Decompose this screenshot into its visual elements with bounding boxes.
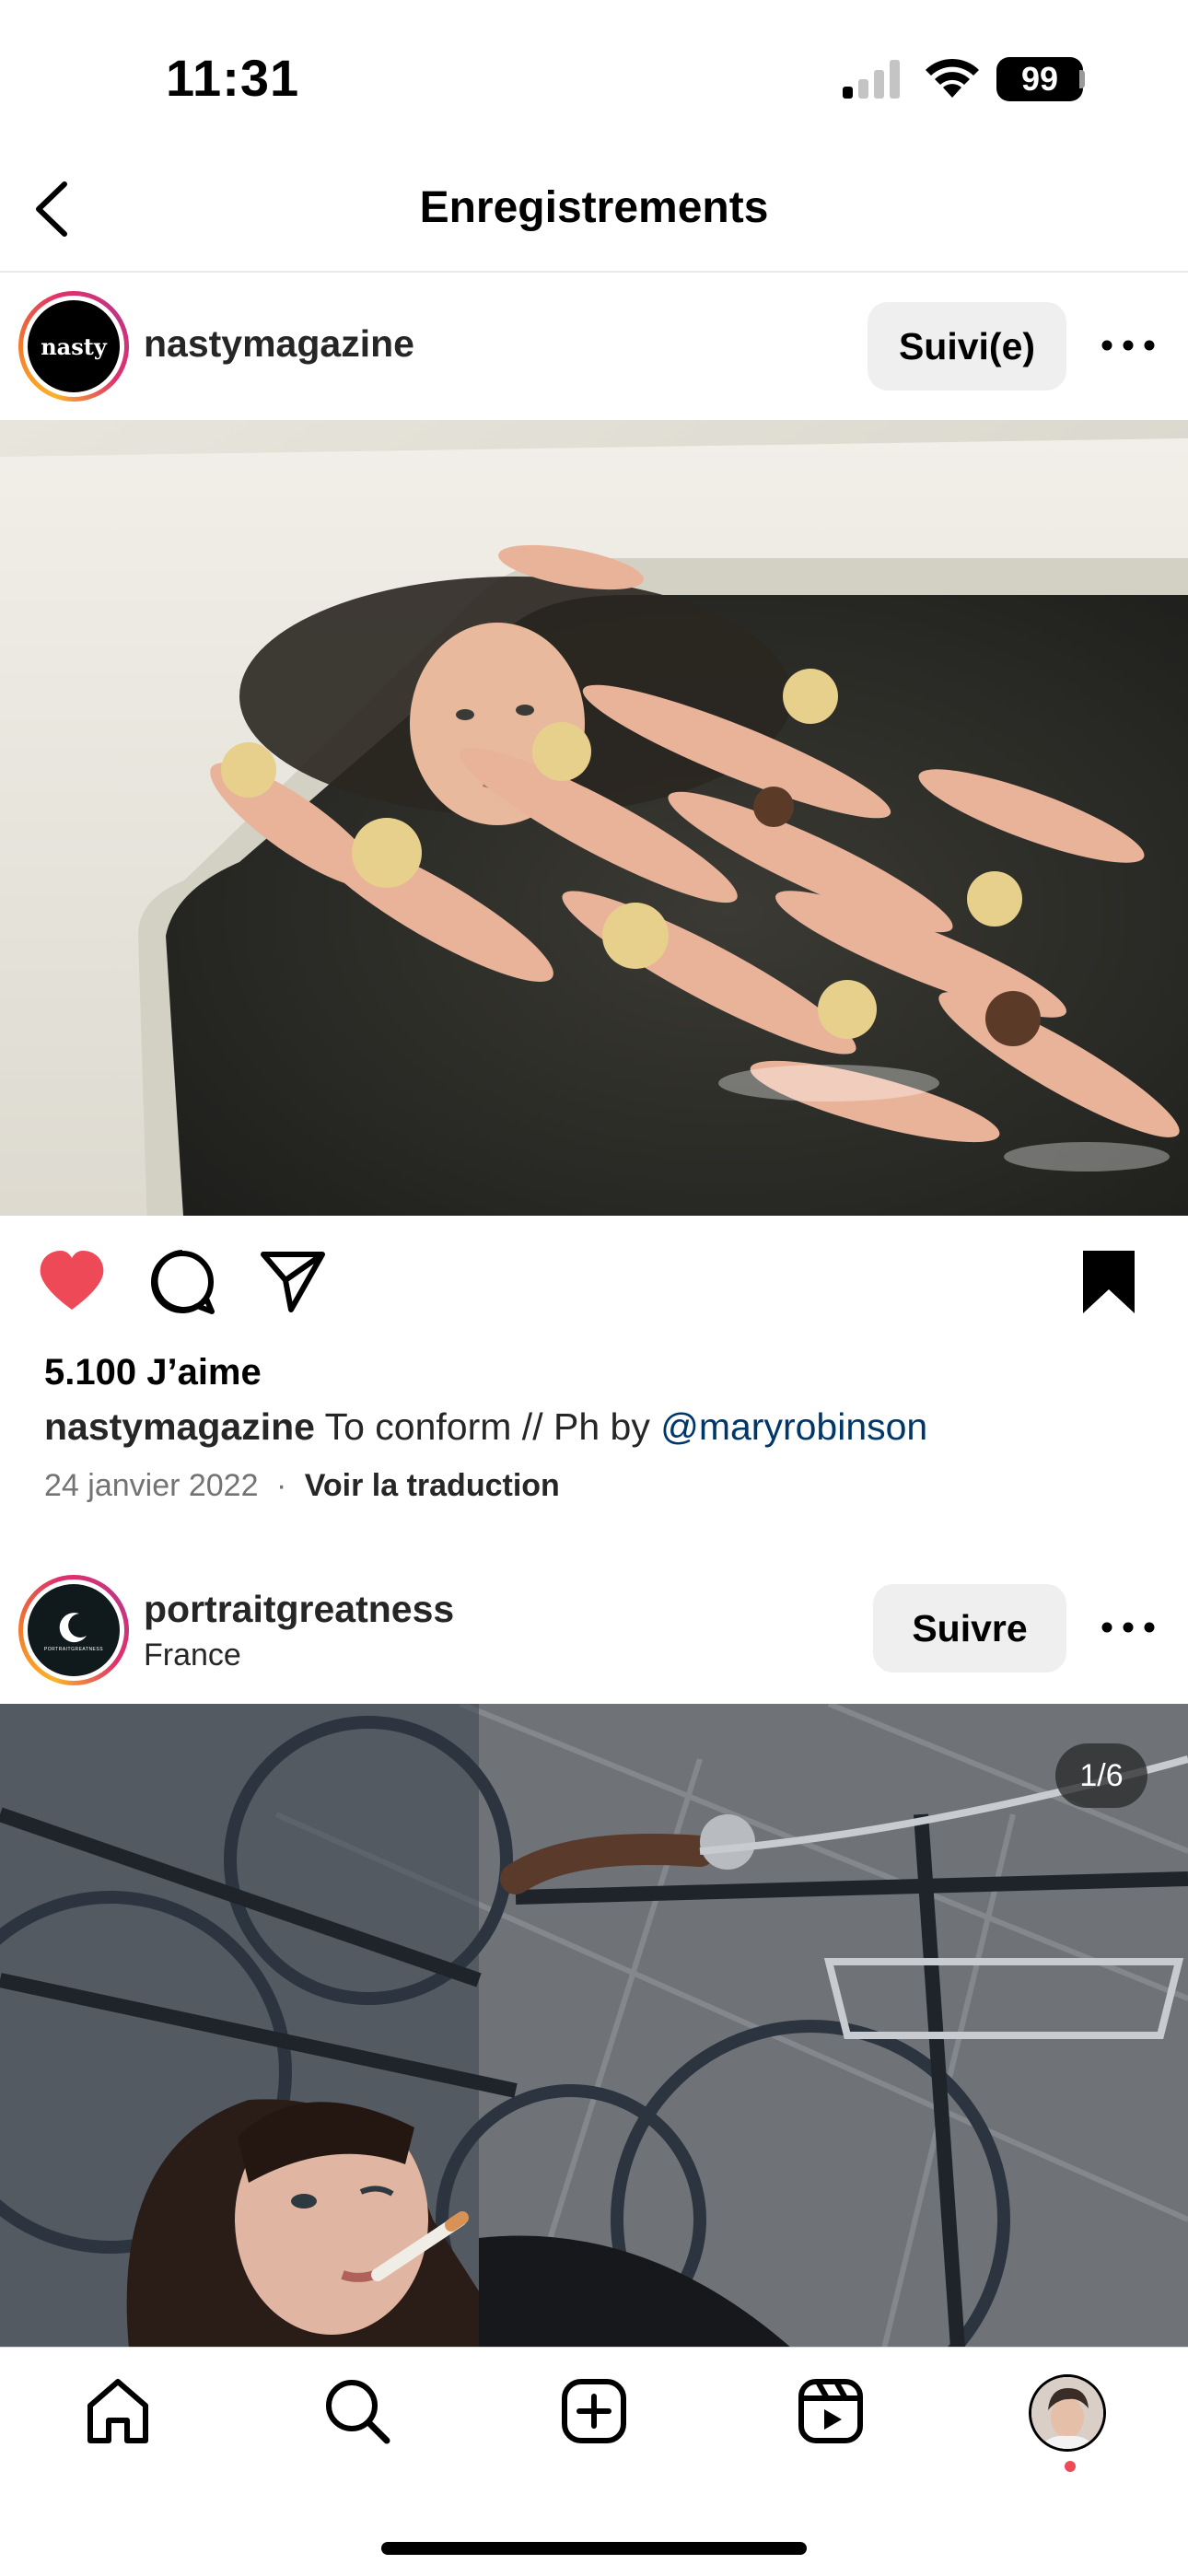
bicycles-portrait-photo xyxy=(0,1704,1188,2349)
post2-avatar[interactable]: PORTRAITGREATNESS xyxy=(18,1575,129,1685)
post2-username[interactable]: portraitgreatness xyxy=(144,1588,454,1631)
search-icon[interactable] xyxy=(320,2374,394,2448)
profile-photo xyxy=(1031,2377,1103,2449)
battery-indicator: 99 xyxy=(996,57,1083,101)
post2-photo[interactable] xyxy=(0,1704,1188,2349)
post1-photo[interactable] xyxy=(0,420,1188,1216)
post1-username[interactable]: nastymagazine xyxy=(144,322,414,366)
create-post-icon[interactable] xyxy=(557,2374,631,2448)
page-title: Enregistrements xyxy=(419,183,769,232)
post1-avatar[interactable]: nasty xyxy=(18,291,129,402)
post1-caption: nastymagazine To conform // Ph by @maryr… xyxy=(44,1405,927,1449)
home-indicator[interactable] xyxy=(381,2542,807,2555)
header-divider xyxy=(0,271,1188,273)
bookmark-saved-icon[interactable] xyxy=(1074,1247,1144,1317)
like-count[interactable]: 5.100 J’aime xyxy=(44,1352,262,1393)
status-time: 11:31 xyxy=(166,49,300,107)
reels-icon[interactable] xyxy=(794,2374,868,2448)
share-paper-plane-icon[interactable] xyxy=(258,1247,328,1317)
moon-logo-icon xyxy=(59,1613,87,1643)
see-translation-link[interactable]: Voir la traduction xyxy=(305,1468,560,1503)
post2-location[interactable]: France xyxy=(144,1638,241,1673)
post2-follow-button[interactable]: Suivre xyxy=(873,1584,1066,1673)
caption-mention[interactable]: @maryrobinson xyxy=(660,1405,927,1448)
meta-separator: · xyxy=(275,1468,287,1503)
post2-more-icon[interactable] xyxy=(1096,1614,1160,1641)
caption-username[interactable]: nastymagazine xyxy=(44,1405,315,1448)
battery-nub xyxy=(1079,70,1085,88)
post1-more-icon[interactable] xyxy=(1096,332,1160,359)
post2-avatar-text: PORTRAITGREATNESS xyxy=(43,1647,104,1652)
wifi-icon xyxy=(926,58,979,98)
post1-following-button[interactable]: Suivi(e) xyxy=(868,302,1066,390)
caption-text: To conform // Ph by xyxy=(324,1405,661,1448)
post-date: 24 janvier 2022 xyxy=(44,1468,259,1503)
cellular-signal-icon xyxy=(843,60,900,99)
carousel-counter: 1/6 xyxy=(1055,1743,1147,1808)
comment-icon[interactable] xyxy=(147,1247,217,1317)
post1-avatar-logo: nasty xyxy=(41,332,107,360)
post1-meta: 24 janvier 2022 · Voir la traduction xyxy=(44,1468,560,1504)
home-icon[interactable] xyxy=(81,2374,155,2448)
bathtub-dolls-photo xyxy=(0,420,1188,1216)
like-heart-icon[interactable] xyxy=(37,1247,107,1317)
profile-tab-avatar[interactable] xyxy=(1029,2374,1106,2452)
notification-dot xyxy=(1065,2461,1076,2472)
